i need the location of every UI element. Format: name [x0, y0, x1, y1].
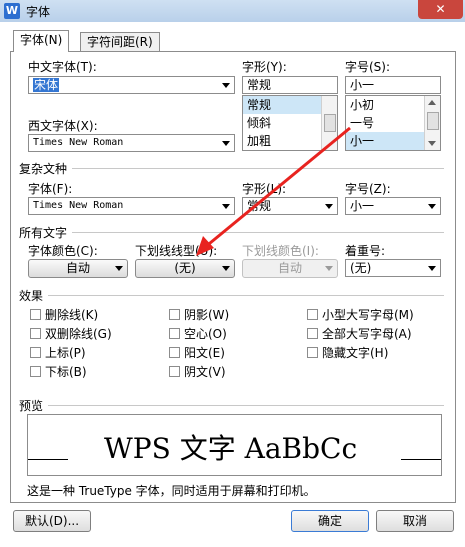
shadow-checkbox[interactable] — [169, 309, 180, 320]
default-button[interactable]: 默认(D)... — [13, 510, 91, 532]
chinese-font-dropdown[interactable]: 宋体 — [28, 76, 235, 94]
preview-box: WPS 文字 AaBbCc — [27, 414, 442, 476]
font-color-label: 字体颜色(C): — [28, 244, 98, 258]
double-strikethrough-label: 双删除线(G) — [45, 327, 112, 341]
complex-style-label: 字形(L): — [242, 182, 287, 196]
chevron-down-icon — [222, 141, 230, 146]
small-caps-checkbox[interactable] — [307, 309, 318, 320]
underline-color-label: 下划线颜色(I): — [242, 244, 319, 258]
font-color-dropdown[interactable]: 自动 — [28, 259, 128, 278]
style-label: 字形(Y): — [242, 60, 287, 74]
chevron-down-icon — [428, 204, 436, 209]
underline-color-value: 自动 — [277, 261, 302, 275]
ok-button[interactable]: 确定 — [291, 510, 369, 532]
underline-style-dropdown[interactable]: (无) — [135, 259, 235, 278]
chevron-down-icon — [325, 204, 333, 209]
tab-char-spacing[interactable]: 字符间距(R) — [80, 32, 160, 52]
complex-font-value: Times New Roman — [33, 200, 124, 211]
chevron-down-icon — [222, 266, 230, 271]
chinese-font-label: 中文字体(T): — [28, 60, 97, 74]
divider — [72, 168, 444, 169]
preview-sample: WPS 文字 AaBbCc — [104, 432, 358, 465]
underline-style-value: (无) — [174, 261, 196, 275]
size-list[interactable]: 小初 一号 小一 — [345, 95, 441, 151]
complex-size-label: 字号(Z): — [345, 182, 391, 196]
effects-section-title: 效果 — [19, 289, 44, 303]
app-icon: W — [4, 3, 20, 19]
hidden-text-checkbox[interactable] — [307, 347, 318, 358]
scroll-thumb[interactable] — [324, 114, 336, 132]
underline-style-label: 下划线线型(U): — [135, 244, 218, 258]
outline-checkbox[interactable] — [169, 328, 180, 339]
chevron-down-icon — [222, 83, 230, 88]
complex-size-value: 小一 — [350, 199, 375, 213]
baseline-left — [28, 459, 68, 460]
emphasis-label: 着重号: — [345, 244, 386, 258]
strikethrough-checkbox[interactable] — [30, 309, 41, 320]
chevron-down-icon — [325, 266, 333, 271]
subscript-label: 下标(B) — [45, 365, 87, 379]
emboss-label: 阳文(E) — [184, 346, 225, 360]
cancel-button[interactable]: 取消 — [376, 510, 454, 532]
all-caps-checkbox[interactable] — [307, 328, 318, 339]
complex-section-title: 复杂文种 — [19, 162, 68, 176]
scroll-down-icon[interactable] — [428, 141, 436, 146]
shadow-label: 阴影(W) — [184, 308, 230, 322]
engrave-label: 阴文(V) — [184, 365, 226, 379]
emboss-checkbox[interactable] — [169, 347, 180, 358]
superscript-label: 上标(P) — [45, 346, 86, 360]
tab-font[interactable]: 字体(N) — [13, 30, 70, 52]
preview-note: 这是一种 TrueType 字体，同时适用于屏幕和打印机。 — [27, 484, 316, 498]
western-font-dropdown[interactable]: Times New Roman — [28, 134, 235, 152]
outline-label: 空心(O) — [184, 327, 227, 341]
close-button[interactable]: ✕ — [418, 0, 463, 19]
size-input[interactable]: 小一 — [345, 76, 441, 94]
font-color-value: 自动 — [65, 261, 90, 275]
style-scrollbar[interactable] — [321, 96, 337, 150]
superscript-checkbox[interactable] — [30, 347, 41, 358]
scroll-up-icon[interactable] — [428, 100, 436, 105]
all-caps-label: 全部大写字母(A) — [322, 327, 412, 341]
style-input[interactable]: 常规 — [242, 76, 338, 94]
divider — [48, 405, 444, 406]
divider — [72, 232, 444, 233]
underline-color-dropdown: 自动 — [242, 259, 338, 278]
chevron-down-icon — [222, 204, 230, 209]
engrave-checkbox[interactable] — [169, 366, 180, 377]
hidden-text-label: 隐藏文字(H) — [322, 346, 389, 360]
complex-style-dropdown[interactable]: 常规 — [242, 197, 338, 215]
chevron-down-icon — [428, 266, 436, 271]
chevron-down-icon — [115, 266, 123, 271]
complex-font-dropdown[interactable]: Times New Roman — [28, 197, 235, 215]
preview-section-title: 预览 — [19, 399, 44, 413]
complex-size-dropdown[interactable]: 小一 — [345, 197, 441, 215]
all-text-section-title: 所有文字 — [19, 226, 68, 240]
western-font-value: Times New Roman — [33, 137, 124, 148]
complex-font-label: 字体(F): — [28, 182, 73, 196]
size-label: 字号(S): — [345, 60, 391, 74]
title-bar: W 字体 ✕ — [0, 0, 465, 23]
scroll-thumb[interactable] — [427, 112, 439, 130]
baseline-right — [401, 459, 441, 460]
small-caps-label: 小型大写字母(M) — [322, 308, 414, 322]
chinese-font-value: 宋体 — [33, 78, 60, 92]
double-strikethrough-checkbox[interactable] — [30, 328, 41, 339]
western-font-label: 西文字体(X): — [28, 119, 98, 133]
complex-style-value: 常规 — [247, 199, 272, 213]
style-list[interactable]: 常规 倾斜 加粗 — [242, 95, 338, 151]
subscript-checkbox[interactable] — [30, 366, 41, 377]
strikethrough-label: 删除线(K) — [45, 308, 99, 322]
emphasis-dropdown[interactable]: (无) — [345, 259, 441, 277]
window-title: 字体 — [26, 5, 51, 19]
size-scrollbar[interactable] — [424, 96, 440, 150]
emphasis-value: (无) — [350, 261, 372, 275]
divider — [48, 295, 444, 296]
